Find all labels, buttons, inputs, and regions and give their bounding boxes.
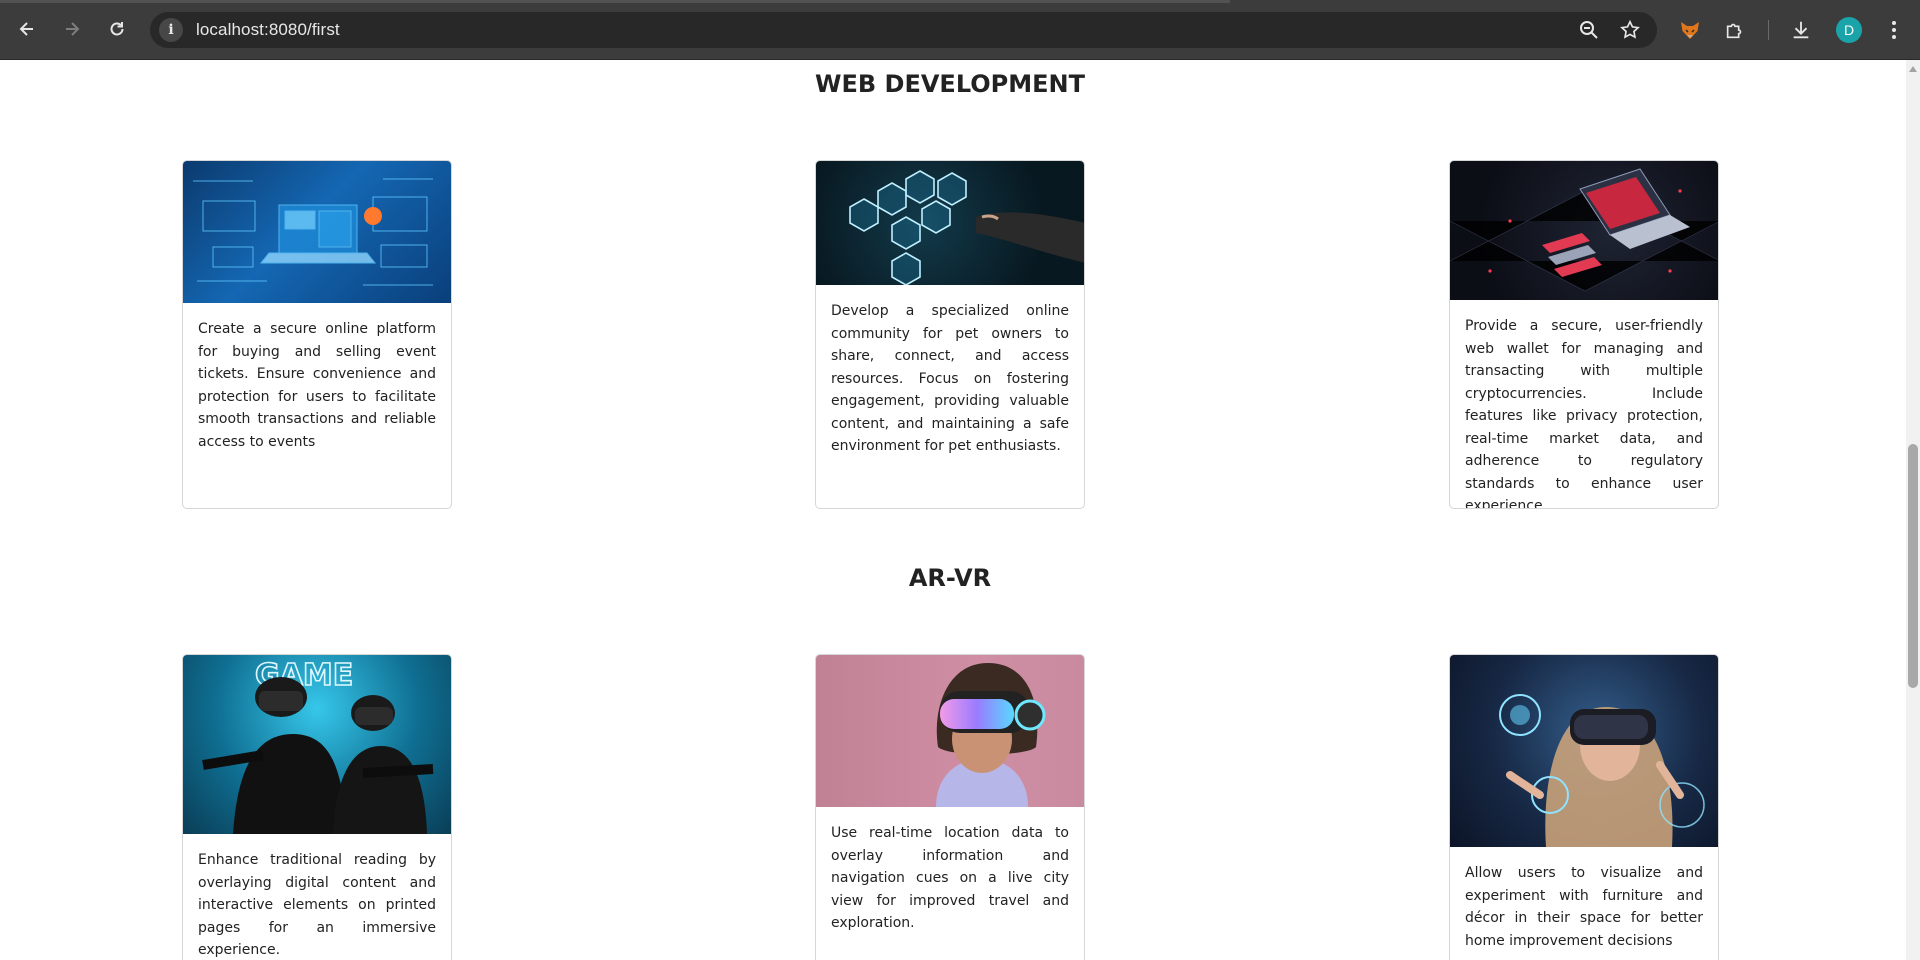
card-description: Provide a secure, user-friendly web wall…: [1465, 318, 1703, 509]
toolbar-divider: [1768, 20, 1769, 40]
forward-button[interactable]: [57, 14, 87, 44]
project-card[interactable]: Provide a secure, user-friendly web wall…: [1449, 160, 1719, 509]
isometric-laptop-image: [1450, 161, 1718, 300]
card-description: Enhance traditional reading by overlayin…: [198, 852, 436, 958]
url-text[interactable]: localhost:8080/first: [196, 20, 340, 40]
arrow-left-icon: [19, 22, 33, 36]
back-button[interactable]: [12, 14, 42, 44]
card-description: Allow users to visualize and experiment …: [1465, 865, 1703, 949]
info-icon[interactable]: i: [159, 18, 183, 42]
scroll-thumb[interactable]: [1908, 444, 1918, 688]
vr-gamers-image: GAME: [183, 655, 451, 834]
project-card[interactable]: Develop a specialized online community f…: [815, 160, 1085, 509]
page-scrollbar[interactable]: [1906, 60, 1920, 960]
star-icon[interactable]: [1619, 19, 1641, 41]
fox-extension-icon[interactable]: [1676, 16, 1704, 44]
section-title-web-development: WEB DEVELOPMENT: [815, 70, 1085, 98]
kebab-menu-icon[interactable]: [1880, 16, 1908, 44]
page-content: WEB DEVELOPMENT Create a secure online p…: [0, 60, 1906, 960]
reload-icon: [110, 22, 124, 36]
download-icon[interactable]: [1787, 16, 1815, 44]
address-bar[interactable]: i localhost:8080/first: [150, 12, 1657, 48]
vr-headset-woman-image: [816, 655, 1084, 807]
puzzle-icon[interactable]: [1721, 16, 1749, 44]
project-card[interactable]: Use real-time location data to overlay i…: [815, 654, 1085, 960]
card-description: Use real-time location data to overlay i…: [831, 825, 1069, 931]
vr-holographic-woman-image: [1450, 655, 1718, 847]
reload-button[interactable]: [102, 14, 132, 44]
laptop-dashboard-image: [183, 161, 451, 303]
zoom-out-icon[interactable]: [1579, 20, 1599, 40]
project-card[interactable]: GAME Enhance traditional reading by over…: [182, 654, 452, 960]
arrow-right-icon: [66, 22, 80, 36]
browser-toolbar: i localhost:8080/first D: [0, 0, 1920, 60]
tab-strip-edge: [0, 0, 1230, 3]
card-description: Create a secure online platform for buyi…: [198, 321, 436, 450]
project-card[interactable]: Create a secure online platform for buyi…: [182, 160, 452, 509]
section-title-ar-vr: AR-VR: [908, 564, 992, 592]
hexagon-web-icons-image: [816, 161, 1084, 285]
card-description: Develop a specialized online community f…: [831, 303, 1069, 454]
scroll-up-arrow-icon[interactable]: [1909, 66, 1917, 72]
project-card[interactable]: Allow users to visualize and experiment …: [1449, 654, 1719, 960]
profile-avatar[interactable]: D: [1836, 17, 1862, 43]
